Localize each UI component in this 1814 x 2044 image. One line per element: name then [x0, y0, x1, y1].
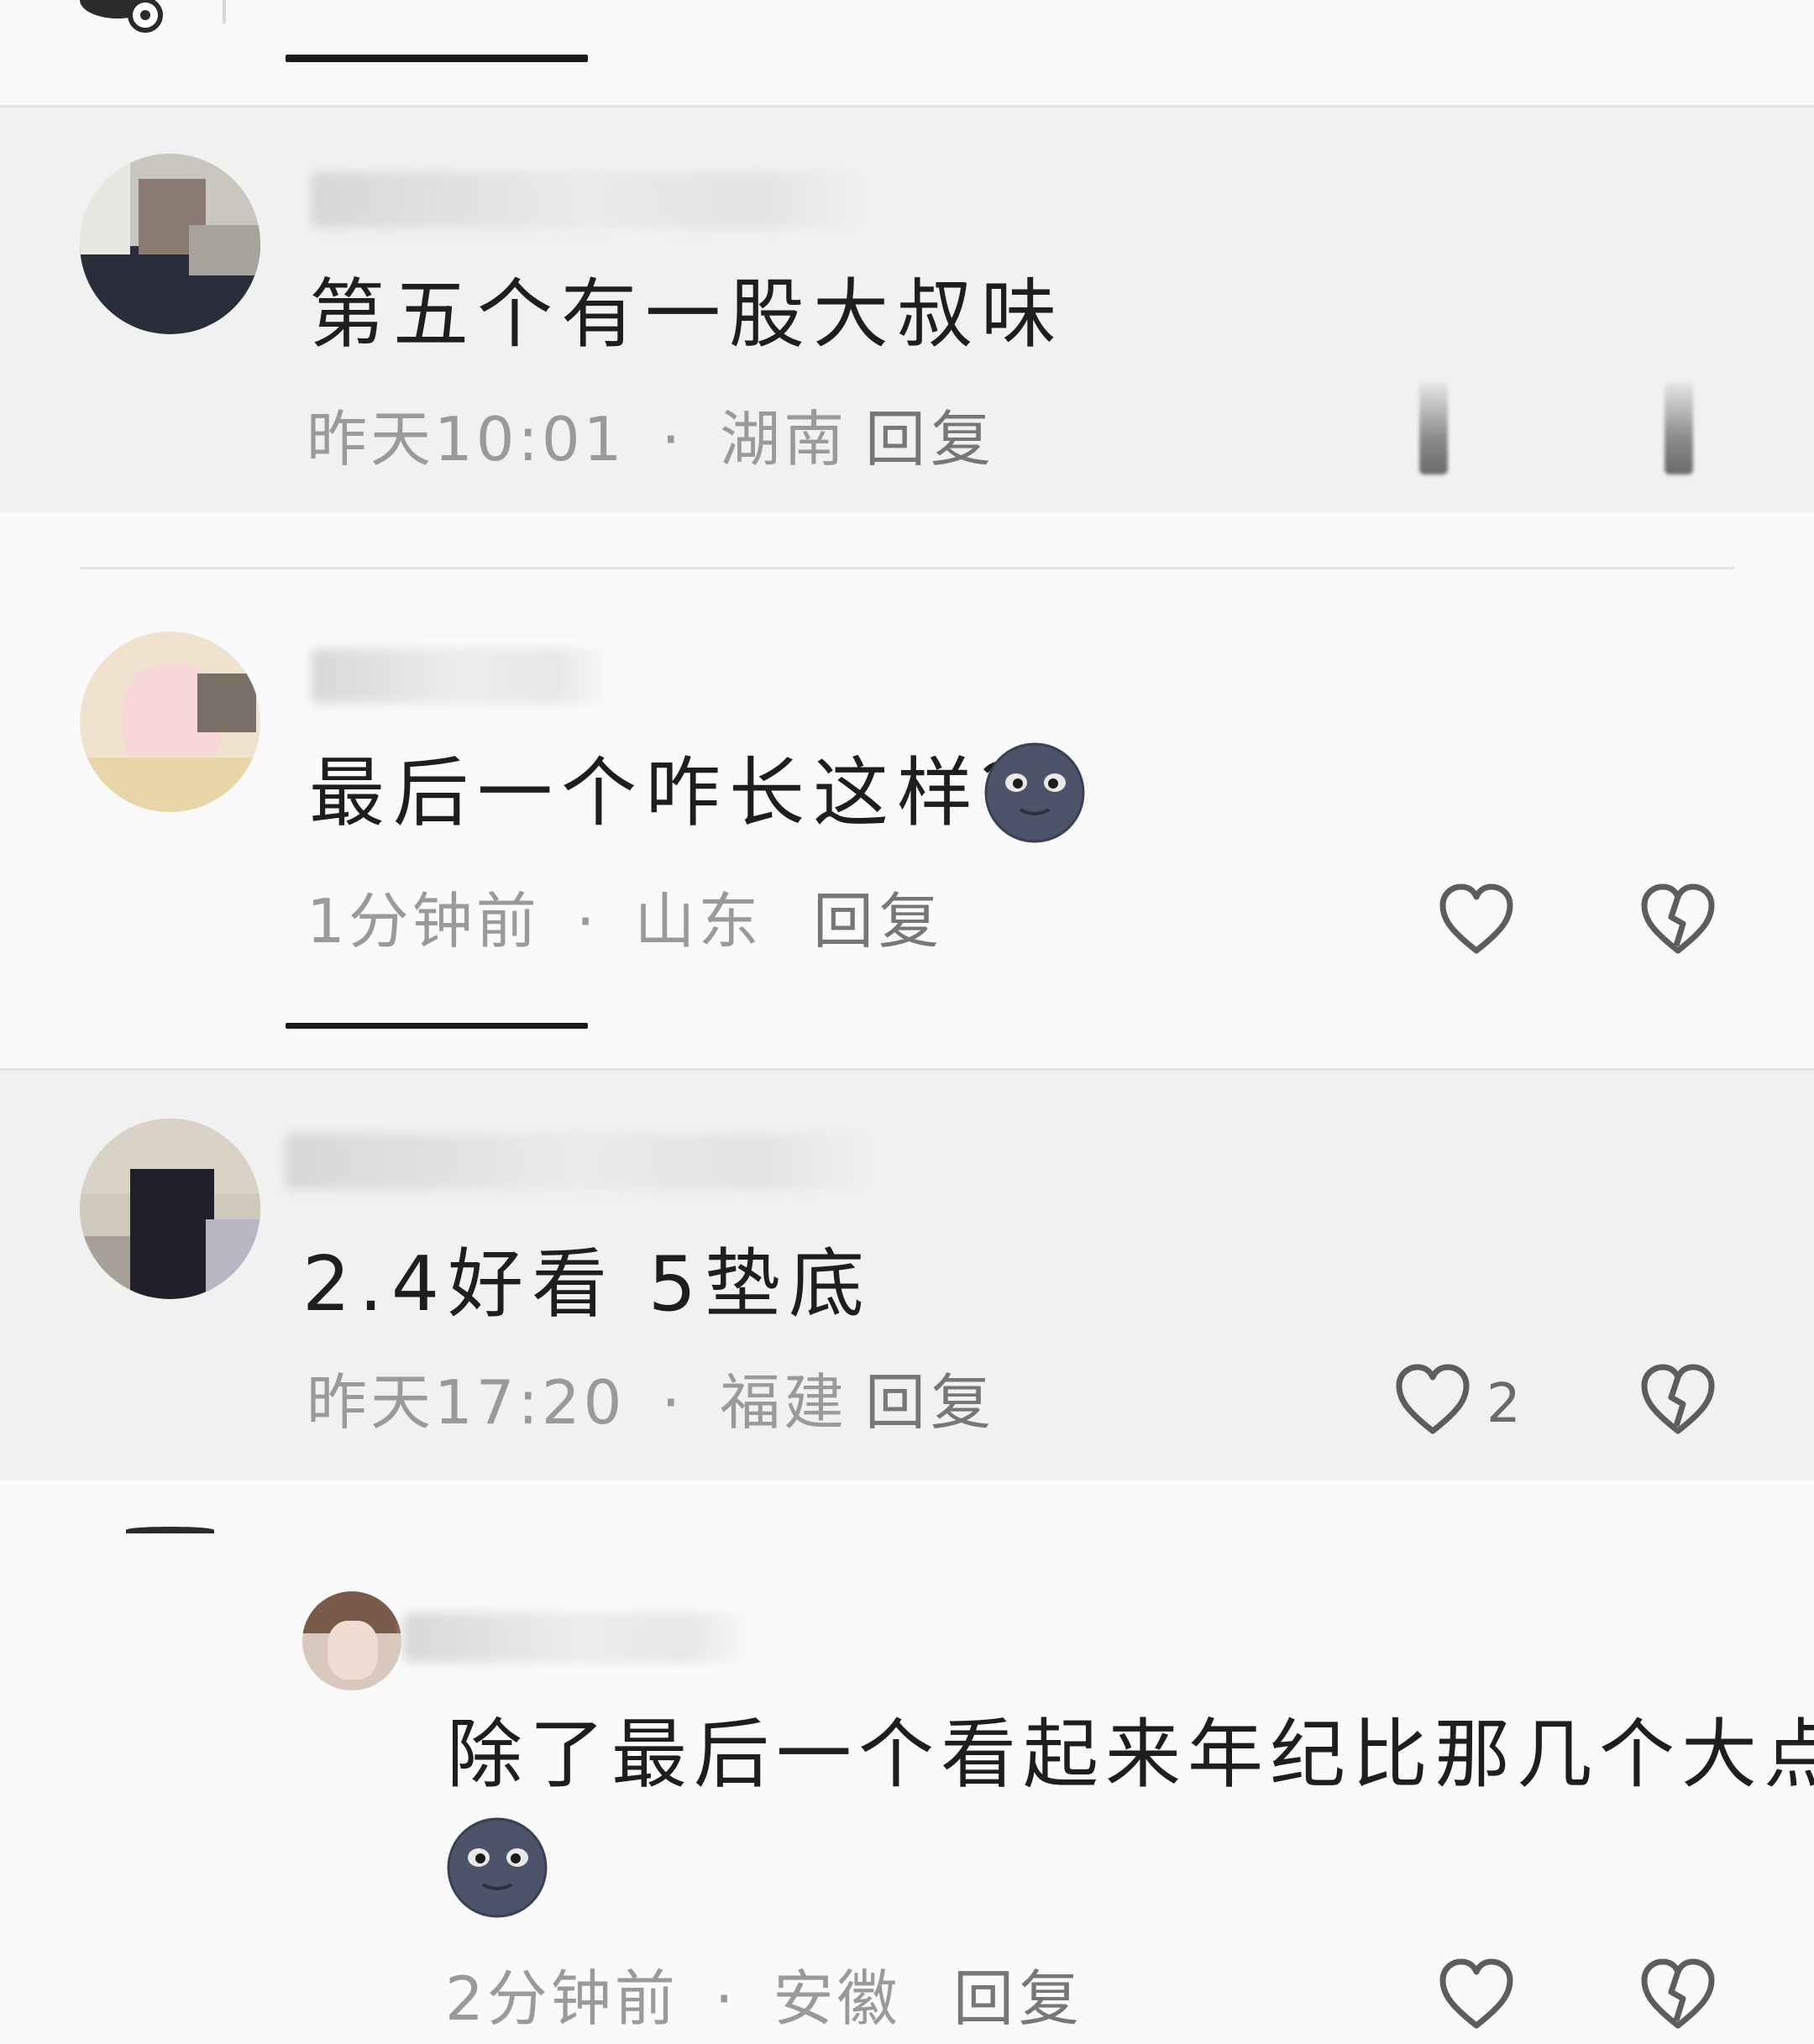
comment-location: 福建	[720, 1367, 848, 1438]
comment-time: 1分钟前	[307, 886, 540, 956]
comment-location: 山东	[634, 886, 763, 956]
username-blurred[interactable]	[286, 1134, 873, 1189]
reply-button[interactable]: 回复	[865, 401, 996, 477]
avatar[interactable]	[80, 154, 260, 334]
comment-text: 2.4好看 5垫底	[302, 1240, 873, 1329]
meta-separator: ·	[661, 404, 684, 474]
tab-indicator	[286, 1023, 588, 1029]
reply-button[interactable]: 回复	[953, 1961, 1084, 2036]
meta-separator: ·	[714, 1963, 737, 2034]
reply-time: 2分钟前	[445, 1963, 679, 2034]
avatar-fragment	[126, 1527, 214, 1533]
comment-location: 湖南	[720, 404, 848, 474]
reply-button[interactable]: 回复	[813, 883, 944, 959]
heart-outline-icon[interactable]	[1436, 1955, 1517, 2036]
reply-meta: 2分钟前 · 安徽	[445, 1961, 901, 2036]
broken-heart-icon[interactable]	[1638, 1955, 1718, 2036]
username-blurred[interactable]	[403, 1612, 756, 1663]
heart-outline-icon[interactable]	[1436, 880, 1517, 961]
reply-text: 除了最后一个看起来年纪比那几个大点	[447, 1711, 1814, 1799]
comment-text: 最后一个咋长这样？	[309, 749, 1065, 837]
broken-heart-icon[interactable]	[1638, 1360, 1718, 1441]
reply-avatar[interactable]	[302, 1591, 401, 1690]
comment-text: 第五个有一股大叔味	[309, 270, 1065, 359]
header-divider	[223, 0, 226, 24]
username-blurred[interactable]	[311, 648, 613, 704]
reply-button[interactable]: 回复	[865, 1365, 996, 1440]
header-logo-icon[interactable]	[80, 0, 172, 34]
like-button-obscured[interactable]	[1419, 382, 1448, 474]
comment-time: 昨天10:01	[307, 404, 626, 474]
comment-meta: 昨天17:20 · 福建	[307, 1365, 847, 1440]
username-blurred[interactable]	[311, 172, 865, 228]
comment-meta: 1分钟前 · 山东	[307, 883, 763, 959]
comment-meta: 昨天10:01 · 湖南	[307, 401, 847, 477]
avatar[interactable]	[80, 1119, 260, 1299]
reply-location: 安徽	[773, 1963, 901, 2034]
avatar[interactable]	[80, 632, 260, 812]
dislike-button-obscured[interactable]	[1665, 382, 1693, 474]
heart-outline-icon[interactable]	[1392, 1360, 1473, 1441]
moon-face-emoji	[445, 1816, 550, 1921]
comment-time: 昨天17:20	[307, 1367, 626, 1438]
comment-divider	[80, 567, 1734, 569]
meta-separator: ·	[661, 1367, 684, 1438]
meta-separator: ·	[575, 886, 599, 956]
broken-heart-icon[interactable]	[1638, 880, 1718, 961]
like-count: 2	[1486, 1373, 1521, 1435]
moon-face-emoji	[983, 741, 1088, 846]
tab-active-indicator	[286, 55, 588, 62]
